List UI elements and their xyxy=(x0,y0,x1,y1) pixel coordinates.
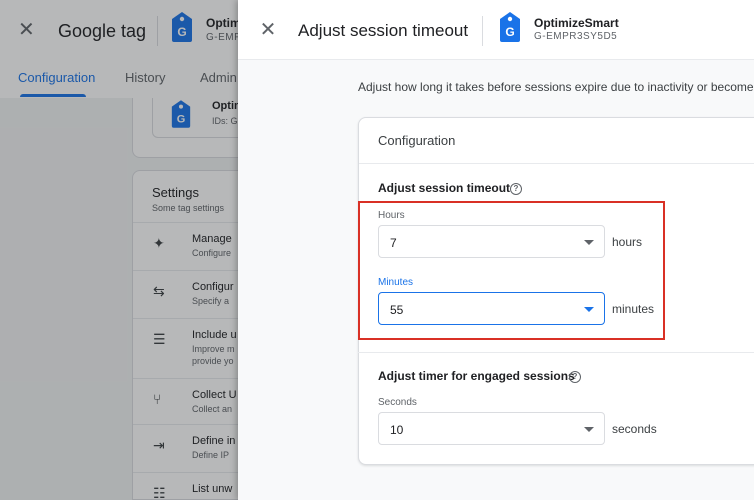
highlight-annotation xyxy=(358,201,665,340)
google-tag-icon: G xyxy=(500,12,520,42)
session-timeout-heading: Adjust session timeout xyxy=(378,181,511,195)
panel-header: ✕ Adjust session timeout G OptimizeSmart… xyxy=(238,0,754,60)
panel-title: Adjust session timeout xyxy=(298,21,469,40)
configuration-title: Configuration xyxy=(378,133,456,148)
svg-text:G: G xyxy=(505,25,514,39)
close-icon[interactable]: ✕ xyxy=(258,20,278,40)
dropdown-arrow-icon xyxy=(584,427,594,432)
tag-name: OptimizeSmart xyxy=(534,16,619,30)
divider xyxy=(359,163,754,164)
seconds-unit: seconds xyxy=(612,422,657,436)
header-divider xyxy=(482,16,483,46)
tag-id: G-EMPR3SY5D5 xyxy=(534,31,618,42)
engaged-sessions-heading: Adjust timer for engaged sessions xyxy=(378,369,575,383)
help-icon[interactable]: ? xyxy=(510,183,522,195)
help-icon[interactable]: ? xyxy=(569,371,581,383)
seconds-select[interactable]: 10 xyxy=(378,412,605,445)
panel-description: Adjust how long it takes before sessions… xyxy=(358,80,754,94)
divider xyxy=(358,352,754,353)
seconds-label: Seconds xyxy=(378,397,417,408)
seconds-value: 10 xyxy=(390,423,404,437)
